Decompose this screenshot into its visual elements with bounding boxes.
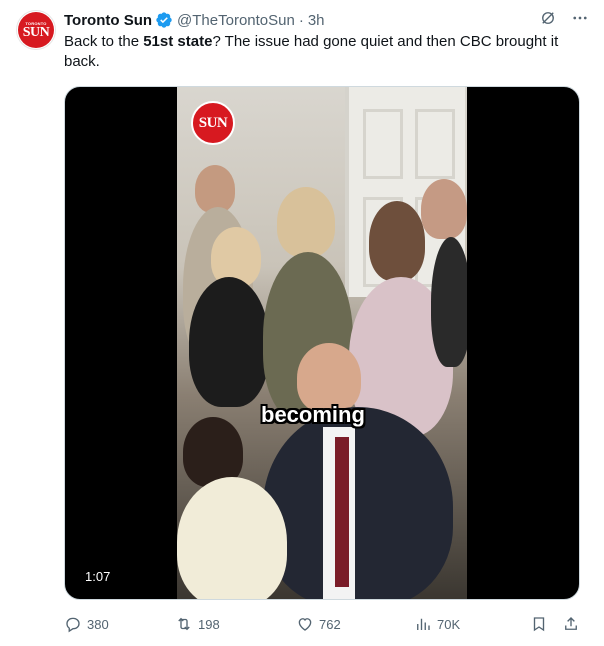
video-frame[interactable]: SUN becoming — [177, 87, 467, 599]
tweet-text-before: Back to the — [64, 33, 144, 50]
tweet-time[interactable]: 3h — [308, 12, 325, 29]
bookmark-icon — [533, 617, 545, 632]
person-figure — [177, 477, 287, 599]
person-figure — [369, 201, 425, 281]
person-figure — [431, 237, 467, 367]
person-figure — [335, 437, 349, 587]
tweet-actions: 380 198 762 70K — [64, 612, 584, 636]
separator-dot: · — [298, 11, 304, 29]
like-button[interactable]: 762 — [296, 615, 341, 633]
account-handle[interactable]: @TheTorontoSun — [177, 12, 295, 29]
person-figure — [277, 187, 335, 257]
bookmark-button[interactable] — [530, 615, 548, 633]
person-figure — [421, 179, 467, 239]
retweet-icon — [178, 617, 190, 631]
tweet-header: Toronto Sun @TheTorontoSun · 3h — [64, 10, 325, 30]
share-icon — [565, 617, 577, 630]
reply-button[interactable]: 380 — [64, 615, 109, 633]
views-count: 70K — [437, 616, 461, 632]
more-icon[interactable] — [570, 8, 590, 28]
video-player[interactable]: SUN becoming 1:07 — [64, 86, 580, 600]
toronto-sun-logo: TORONTO SUN — [18, 12, 54, 48]
person-figure — [263, 407, 453, 599]
video-duration: 1:07 — [79, 568, 117, 585]
person-figure — [195, 165, 235, 213]
retweet-count: 198 — [198, 616, 220, 632]
person-figure — [189, 277, 269, 407]
tweet-text-bold: 51st state — [143, 33, 213, 50]
like-icon — [298, 618, 312, 631]
account-name[interactable]: Toronto Sun — [64, 12, 152, 29]
tweet-text: Back to the 51st state? The issue had go… — [64, 32, 584, 72]
tweet[interactable]: TORONTO SUN Toronto Sun @TheTorontoSun ·… — [0, 0, 604, 646]
share-button[interactable] — [562, 615, 580, 633]
sun-logo: SUN — [191, 101, 235, 145]
video-caption: becoming — [261, 402, 365, 427]
reply-icon — [66, 617, 80, 633]
views-icon — [417, 618, 430, 630]
views-button[interactable]: 70K — [414, 615, 460, 633]
retweet-button[interactable]: 198 — [175, 615, 220, 633]
avatar-logo-text: SUN — [22, 24, 50, 40]
avatar[interactable]: TORONTO SUN — [16, 10, 56, 50]
reply-count: 380 — [87, 616, 109, 632]
verified-badge-icon[interactable] — [155, 11, 173, 29]
grok-icon[interactable] — [538, 8, 558, 28]
top-actions — [538, 8, 590, 28]
like-count: 762 — [319, 616, 341, 632]
